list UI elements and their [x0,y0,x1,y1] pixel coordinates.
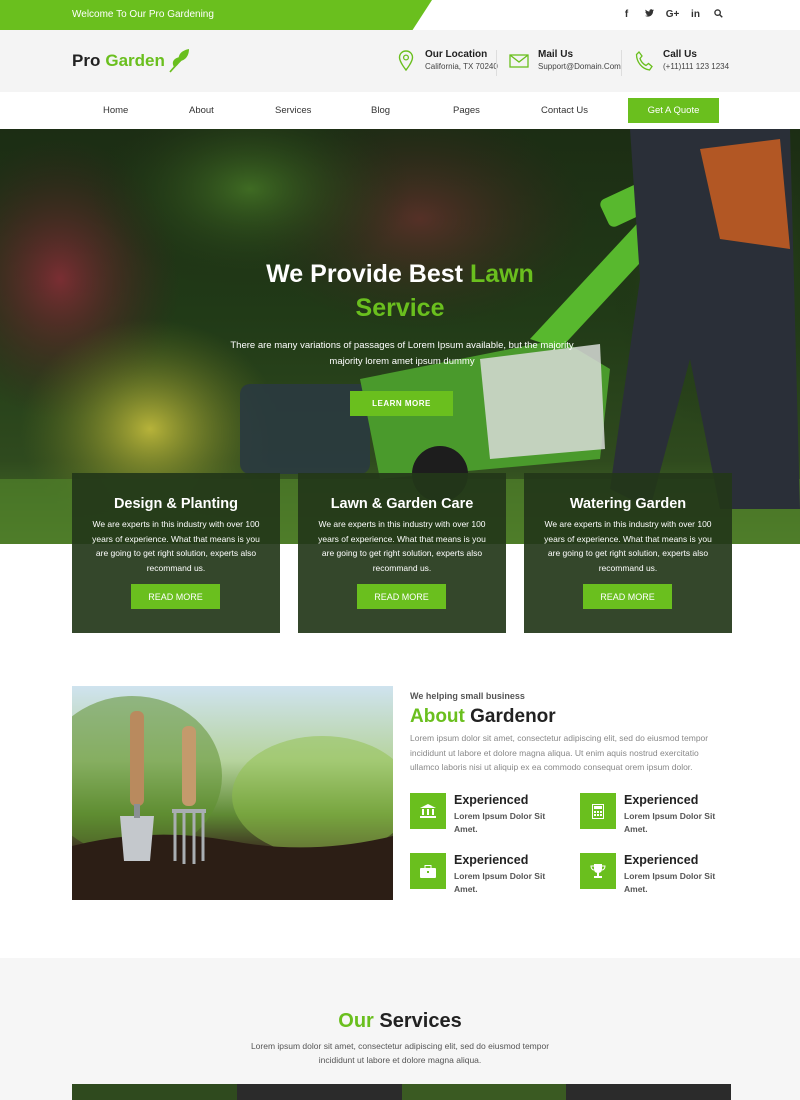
site-logo[interactable]: Pro Garden [72,46,191,76]
logo-garden: Garden [105,51,165,70]
about-tagline: We helping small business [410,691,525,701]
linkedin-icon[interactable]: in [684,9,707,21]
location-title: Our Location [425,49,488,60]
hero-subtitle: There are many variations of passages of… [230,340,574,367]
services-text: Lorem ipsum dolor sit amet, consectetur … [250,1041,550,1065]
nav-home[interactable]: Home [103,105,128,116]
twitter-icon[interactable] [638,9,661,21]
card-title: Watering Garden [569,496,687,512]
mail-info: Mail Us Support@Domain.Com [496,48,621,76]
feature-experienced-4: Experienced Lorem Ipsum Dolor Sit Amet. [580,853,730,894]
about-title-dark: Gardenor [470,706,556,727]
services-images-strip [72,1084,731,1100]
card-text: We are experts in this industry with ove… [318,519,486,573]
call-title: Call Us [663,49,697,60]
nav-contact[interactable]: Contact Us [541,105,588,116]
mail-title: Mail Us [538,49,574,60]
site-header: Pro Garden Our Location California, TX 7… [0,30,800,92]
hero-title-green: Lawn [469,260,534,288]
feature-card-watering: Watering Garden We are experts in this i… [524,473,732,633]
feature-experienced-2: Experienced Lorem Ipsum Dolor Sit Amet. [580,793,730,834]
feature-title: Experienced [624,793,699,807]
nav-about[interactable]: About [189,105,214,116]
service-image [236,1084,402,1100]
read-more-button[interactable]: READ MORE [583,584,672,609]
feature-card-lawn-care: Lawn & Garden Care We are experts in thi… [298,473,506,633]
location-info: Our Location California, TX 70240 [393,48,498,74]
facebook-icon[interactable]: f [615,9,638,21]
service-image [566,1084,731,1100]
hero-title: We Provide Best Lawn Service [200,257,600,325]
about-garden-tools-image [72,686,393,900]
service-image [72,1084,237,1100]
nav-pages[interactable]: Pages [453,105,480,116]
feature-title: Experienced [624,853,699,867]
call-value[interactable]: (+11)111 123 1234 [663,61,729,73]
card-text: We are experts in this industry with ove… [92,519,260,573]
divider [621,50,622,76]
search-icon[interactable] [707,9,730,21]
welcome-text: Welcome To Our Pro Gardening [72,9,214,20]
feature-experienced-1: Experienced Lorem Ipsum Dolor Sit Amet. [410,793,560,834]
about-title-green: About [410,706,465,727]
services-section: Our Services Lorem ipsum dolor sit amet,… [0,958,800,1100]
mail-value[interactable]: Support@Domain.Com [538,61,621,73]
phone-icon [631,48,657,74]
about-text: Lorem ipsum dolor sit amet, consectetur … [410,733,709,772]
bank-icon [410,793,446,829]
about-title: About Gardenor [410,706,556,728]
hero-title-white: We Provide Best [266,260,463,288]
top-bar: Welcome To Our Pro Gardening f G+ in [0,0,800,30]
main-nav: Home About Services Blog Pages Contact U… [0,92,800,129]
read-more-button[interactable]: READ MORE [357,584,446,609]
divider [496,50,497,76]
services-title: Our Services [0,1010,800,1033]
feature-text: Lorem Ipsum Dolor Sit Amet. [454,871,546,894]
read-more-button[interactable]: READ MORE [131,584,220,609]
leaf-icon [169,49,189,73]
feature-text: Lorem Ipsum Dolor Sit Amet. [624,871,716,894]
briefcase-icon [410,853,446,889]
get-quote-button[interactable]: Get A Quote [628,98,719,123]
welcome-banner: Welcome To Our Pro Gardening [0,0,432,30]
location-value: California, TX 70240 [425,62,498,71]
nav-blog[interactable]: Blog [371,105,390,116]
feature-title: Experienced [454,853,529,867]
map-pin-icon [393,48,419,74]
feature-experienced-3: Experienced Lorem Ipsum Dolor Sit Amet. [410,853,560,894]
card-title: Design & Planting [113,496,239,512]
feature-text: Lorem Ipsum Dolor Sit Amet. [624,811,716,834]
call-info: Call Us (+11)111 123 1234 [621,48,729,76]
logo-pro: Pro [72,51,101,70]
social-links: f G+ in [615,9,730,21]
learn-more-button[interactable]: LEARN MORE [350,391,453,416]
google-plus-icon[interactable]: G+ [661,9,684,21]
services-title-dark: Services [379,1010,462,1032]
calculator-icon [580,793,616,829]
service-image [401,1084,567,1100]
feature-title: Experienced [454,793,529,807]
hero-title-green-2: Service [355,294,445,322]
trophy-icon [580,853,616,889]
envelope-icon [506,48,532,74]
nav-services[interactable]: Services [275,105,311,116]
card-title: Lawn & Garden Care [330,496,474,512]
feature-text: Lorem Ipsum Dolor Sit Amet. [454,811,546,834]
services-title-green: Our [338,1010,374,1032]
feature-card-design: Design & Planting We are experts in this… [72,473,280,633]
card-text: We are experts in this industry with ove… [544,519,712,573]
